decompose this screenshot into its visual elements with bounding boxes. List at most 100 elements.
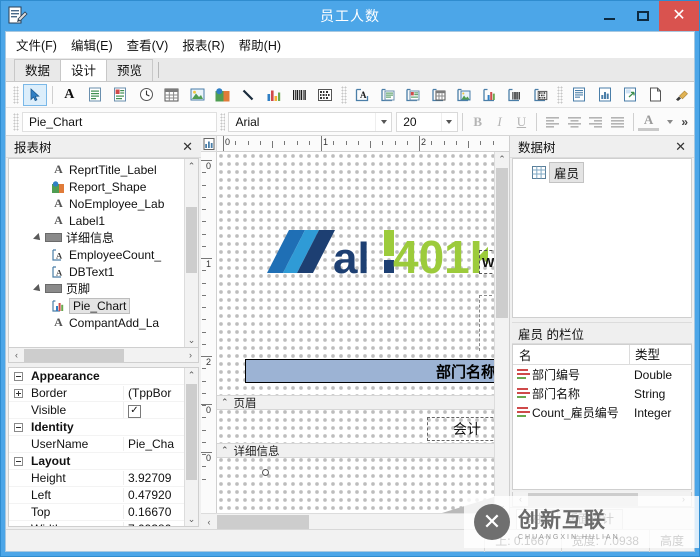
font-color-chevron-down-icon[interactable] xyxy=(659,111,681,133)
vertical-ruler[interactable]: 0 1 2 0 0 xyxy=(201,152,217,513)
component-name-input[interactable]: Pie_Chart xyxy=(21,111,217,132)
close-icon[interactable]: ✕ xyxy=(178,139,197,155)
scroll-left-icon[interactable]: ‹ xyxy=(9,350,24,360)
detail-field-label[interactable]: 会计 xyxy=(427,417,494,441)
property-grid-vscrollbar[interactable]: ⌃ ⌄ xyxy=(184,368,198,526)
label-text-icon[interactable]: A xyxy=(57,84,81,106)
wall401k-logo[interactable]: al 401K xyxy=(263,225,488,281)
select-arrow-icon[interactable] xyxy=(22,83,47,106)
property-category-layout[interactable]: Layout xyxy=(9,453,198,470)
tab-data-panel[interactable]: 数据 xyxy=(516,509,559,529)
close-button[interactable]: ✕ xyxy=(659,1,699,31)
tree-item-report-shape[interactable]: Report_Shape xyxy=(9,178,198,195)
scroll-thumb[interactable] xyxy=(24,348,124,362)
menu-edit[interactable]: 编辑(E) xyxy=(71,35,113,54)
font-size-select[interactable]: 20 xyxy=(396,111,458,132)
field-row[interactable]: Count_雇员编号 Integer xyxy=(513,403,691,422)
scroll-thumb[interactable] xyxy=(496,168,508,318)
format-brush-icon[interactable] xyxy=(670,84,694,106)
shape-chart-icon[interactable] xyxy=(211,84,235,106)
toolbar-grip-3[interactable] xyxy=(557,85,564,104)
scroll-right-icon[interactable]: › xyxy=(183,350,198,360)
expand-icon[interactable] xyxy=(9,388,27,398)
page-icon[interactable] xyxy=(644,84,668,106)
fields-grid-hscrollbar[interactable]: ‹ › xyxy=(512,492,692,507)
expander-icon[interactable] xyxy=(31,283,44,294)
font-color-button[interactable]: A xyxy=(637,112,660,131)
rich-text-icon[interactable] xyxy=(109,84,133,106)
line-icon[interactable] xyxy=(237,84,261,106)
memo-icon[interactable] xyxy=(83,84,107,106)
property-grid[interactable]: Appearance Border (TppBor Visible ✓ Iden… xyxy=(8,367,199,527)
report-tree-hscrollbar[interactable]: ‹ › xyxy=(8,348,199,363)
scroll-track[interactable] xyxy=(217,514,493,529)
property-row-left[interactable]: Left 0.47920 xyxy=(9,487,198,504)
tree-item-employeecount[interactable]: A EmployeeCount_ xyxy=(9,246,198,263)
menu-report[interactable]: 报表(R) xyxy=(182,35,224,54)
scroll-right-icon[interactable]: › xyxy=(493,517,509,527)
menu-view[interactable]: 查看(V) xyxy=(127,35,169,54)
chevron-up-icon[interactable]: ⌃ xyxy=(221,397,229,408)
tab-design[interactable]: 设计 xyxy=(60,59,108,81)
tree-item-pie-chart[interactable]: Pie_Chart xyxy=(9,297,198,314)
close-icon[interactable]: ✕ xyxy=(671,139,690,155)
data-tree-panel[interactable]: 雇员 xyxy=(512,158,692,318)
underline-button[interactable]: U xyxy=(511,111,533,133)
scroll-right-icon[interactable]: › xyxy=(676,494,691,504)
pie-chart-placeholder[interactable] xyxy=(479,295,494,351)
property-row-top[interactable]: Top 0.16670 xyxy=(9,504,198,521)
collapse-icon[interactable] xyxy=(9,371,27,381)
scroll-thumb[interactable] xyxy=(528,492,638,506)
property-row-width[interactable]: Width 7.09380 xyxy=(9,521,198,526)
collapse-icon[interactable] xyxy=(9,456,27,466)
wall4-label[interactable]: Wall4 xyxy=(479,250,494,274)
scroll-up-icon[interactable]: ⌃ xyxy=(495,152,509,167)
scroll-left-icon[interactable]: ‹ xyxy=(513,494,528,504)
db-chart-icon[interactable] xyxy=(479,84,503,106)
report-page-icon[interactable] xyxy=(567,84,591,106)
italic-button[interactable]: I xyxy=(489,111,511,133)
maximize-button[interactable] xyxy=(626,1,659,31)
report-chart-icon[interactable] xyxy=(593,84,617,106)
scroll-down-icon[interactable]: ⌄ xyxy=(185,333,198,347)
bold-button[interactable]: B xyxy=(467,111,489,133)
scroll-track[interactable] xyxy=(528,492,676,506)
barcode-icon[interactable] xyxy=(288,84,312,106)
report-tree-panel[interactable]: A ReprtTitle_Label Report_Shape A NoEmpl… xyxy=(8,158,199,348)
align-left-icon[interactable] xyxy=(541,111,563,133)
property-category-appearance[interactable]: Appearance xyxy=(9,368,198,385)
field-row[interactable]: 部门名称 String xyxy=(513,384,691,403)
scroll-down-icon[interactable]: ⌄ xyxy=(495,498,509,513)
property-category-identity[interactable]: Identity xyxy=(9,419,198,436)
report-tree-vscrollbar[interactable]: ⌃ ⌄ xyxy=(184,159,198,347)
menu-help[interactable]: 帮助(H) xyxy=(239,35,281,54)
db-text-icon[interactable]: A xyxy=(351,84,375,106)
design-canvas[interactable]: al 401K Wall4 xyxy=(217,152,494,513)
toolbar-grip[interactable] xyxy=(13,85,19,104)
chevron-down-icon[interactable] xyxy=(375,112,391,131)
resize-handle[interactable] xyxy=(262,469,269,476)
toolbar-grip-2[interactable] xyxy=(340,85,347,104)
band-header[interactable]: ⌃ 页眉 xyxy=(217,395,494,410)
report-export-icon[interactable] xyxy=(618,84,642,106)
toolbar-overflow-button[interactable]: » xyxy=(681,115,688,129)
qrcode-icon[interactable] xyxy=(313,84,337,106)
tab-data[interactable]: 数据 xyxy=(14,59,62,81)
data-tree-item-employee[interactable]: 雇员 xyxy=(513,161,691,183)
tree-item-reprttitle-label[interactable]: A ReprtTitle_Label xyxy=(9,161,198,178)
font-name-select[interactable]: Arial xyxy=(228,111,393,132)
bar-chart-icon[interactable] xyxy=(262,84,286,106)
format-toolbar-grip-2[interactable] xyxy=(219,112,226,131)
tree-item-label1[interactable]: A Label1 xyxy=(9,212,198,229)
department-name-shape[interactable]: 部门名称 xyxy=(245,359,494,383)
tree-item-detail-band[interactable]: 详细信息 xyxy=(9,229,198,246)
scroll-thumb[interactable] xyxy=(186,207,197,273)
db-barcode-icon[interactable] xyxy=(504,84,528,106)
minimize-button[interactable] xyxy=(593,1,626,31)
field-row[interactable]: 部门编号 Double xyxy=(513,365,691,384)
align-right-icon[interactable] xyxy=(585,111,607,133)
system-time-icon[interactable] xyxy=(134,84,158,106)
visible-checkbox[interactable]: ✓ xyxy=(128,404,141,418)
band-detail[interactable]: ⌃ 详细信息 xyxy=(217,443,494,458)
db-qrcode-icon[interactable] xyxy=(530,84,554,106)
